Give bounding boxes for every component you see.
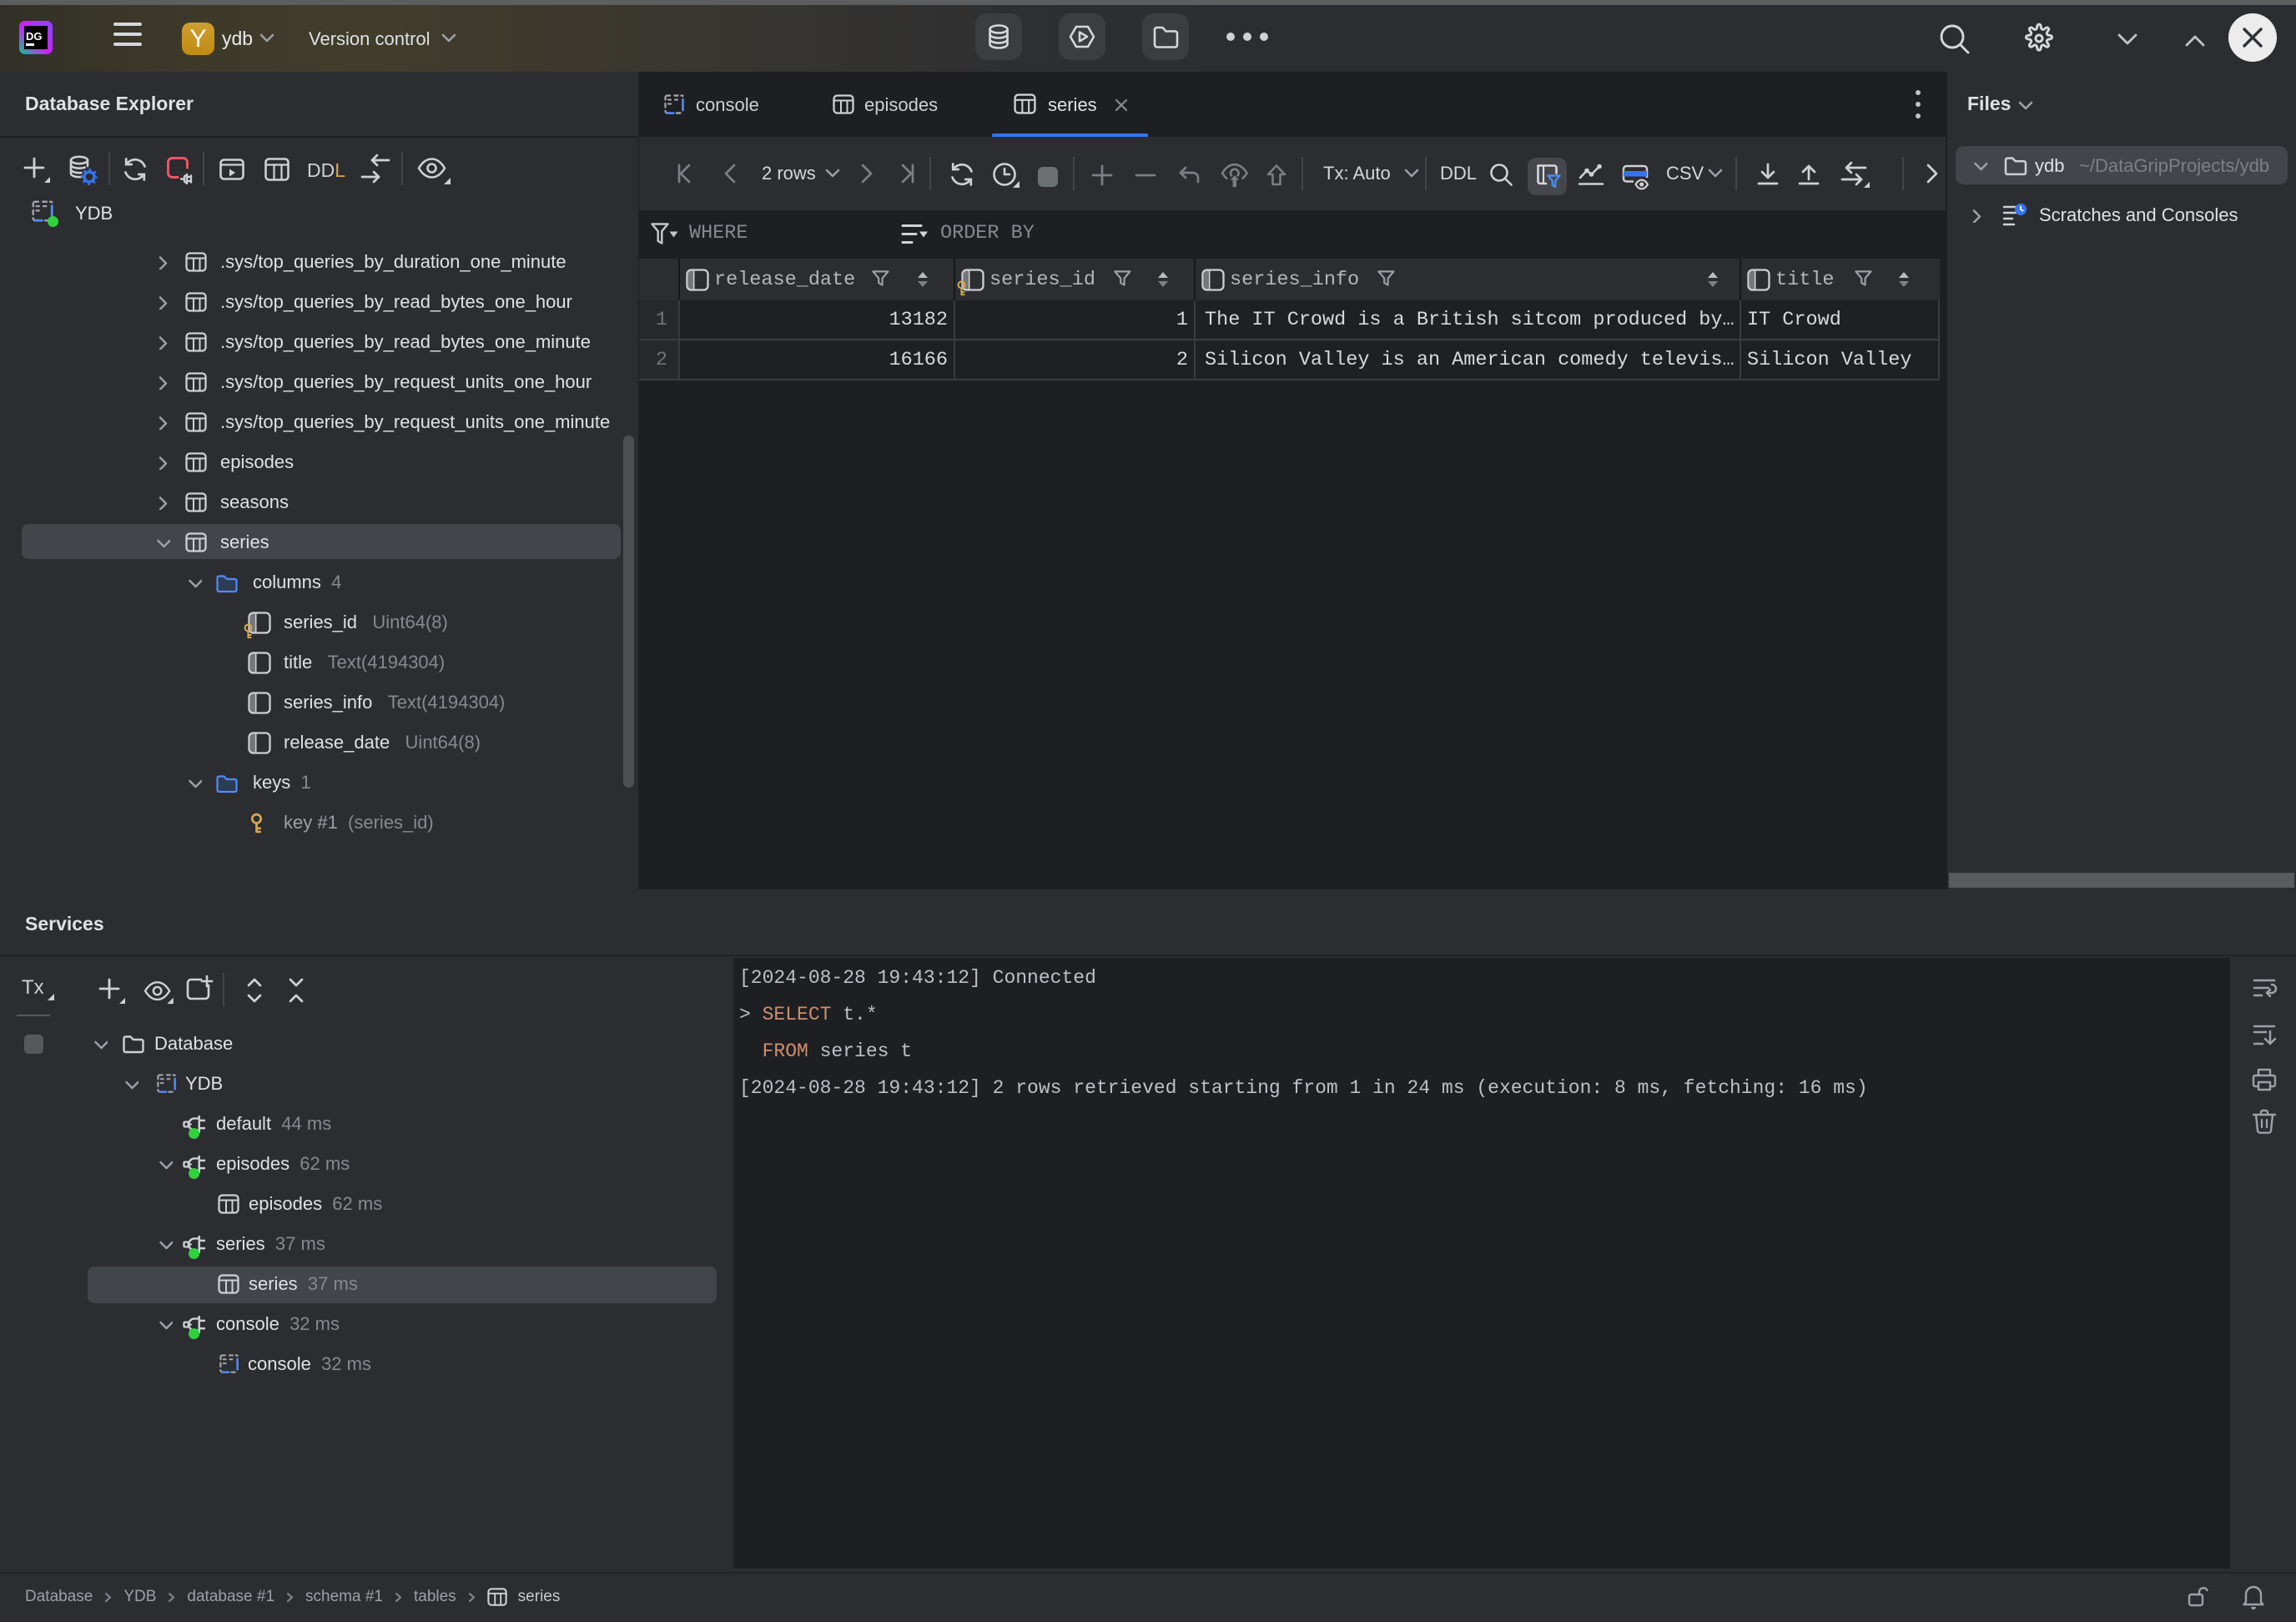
svg-text:DG: DG <box>26 30 43 43</box>
